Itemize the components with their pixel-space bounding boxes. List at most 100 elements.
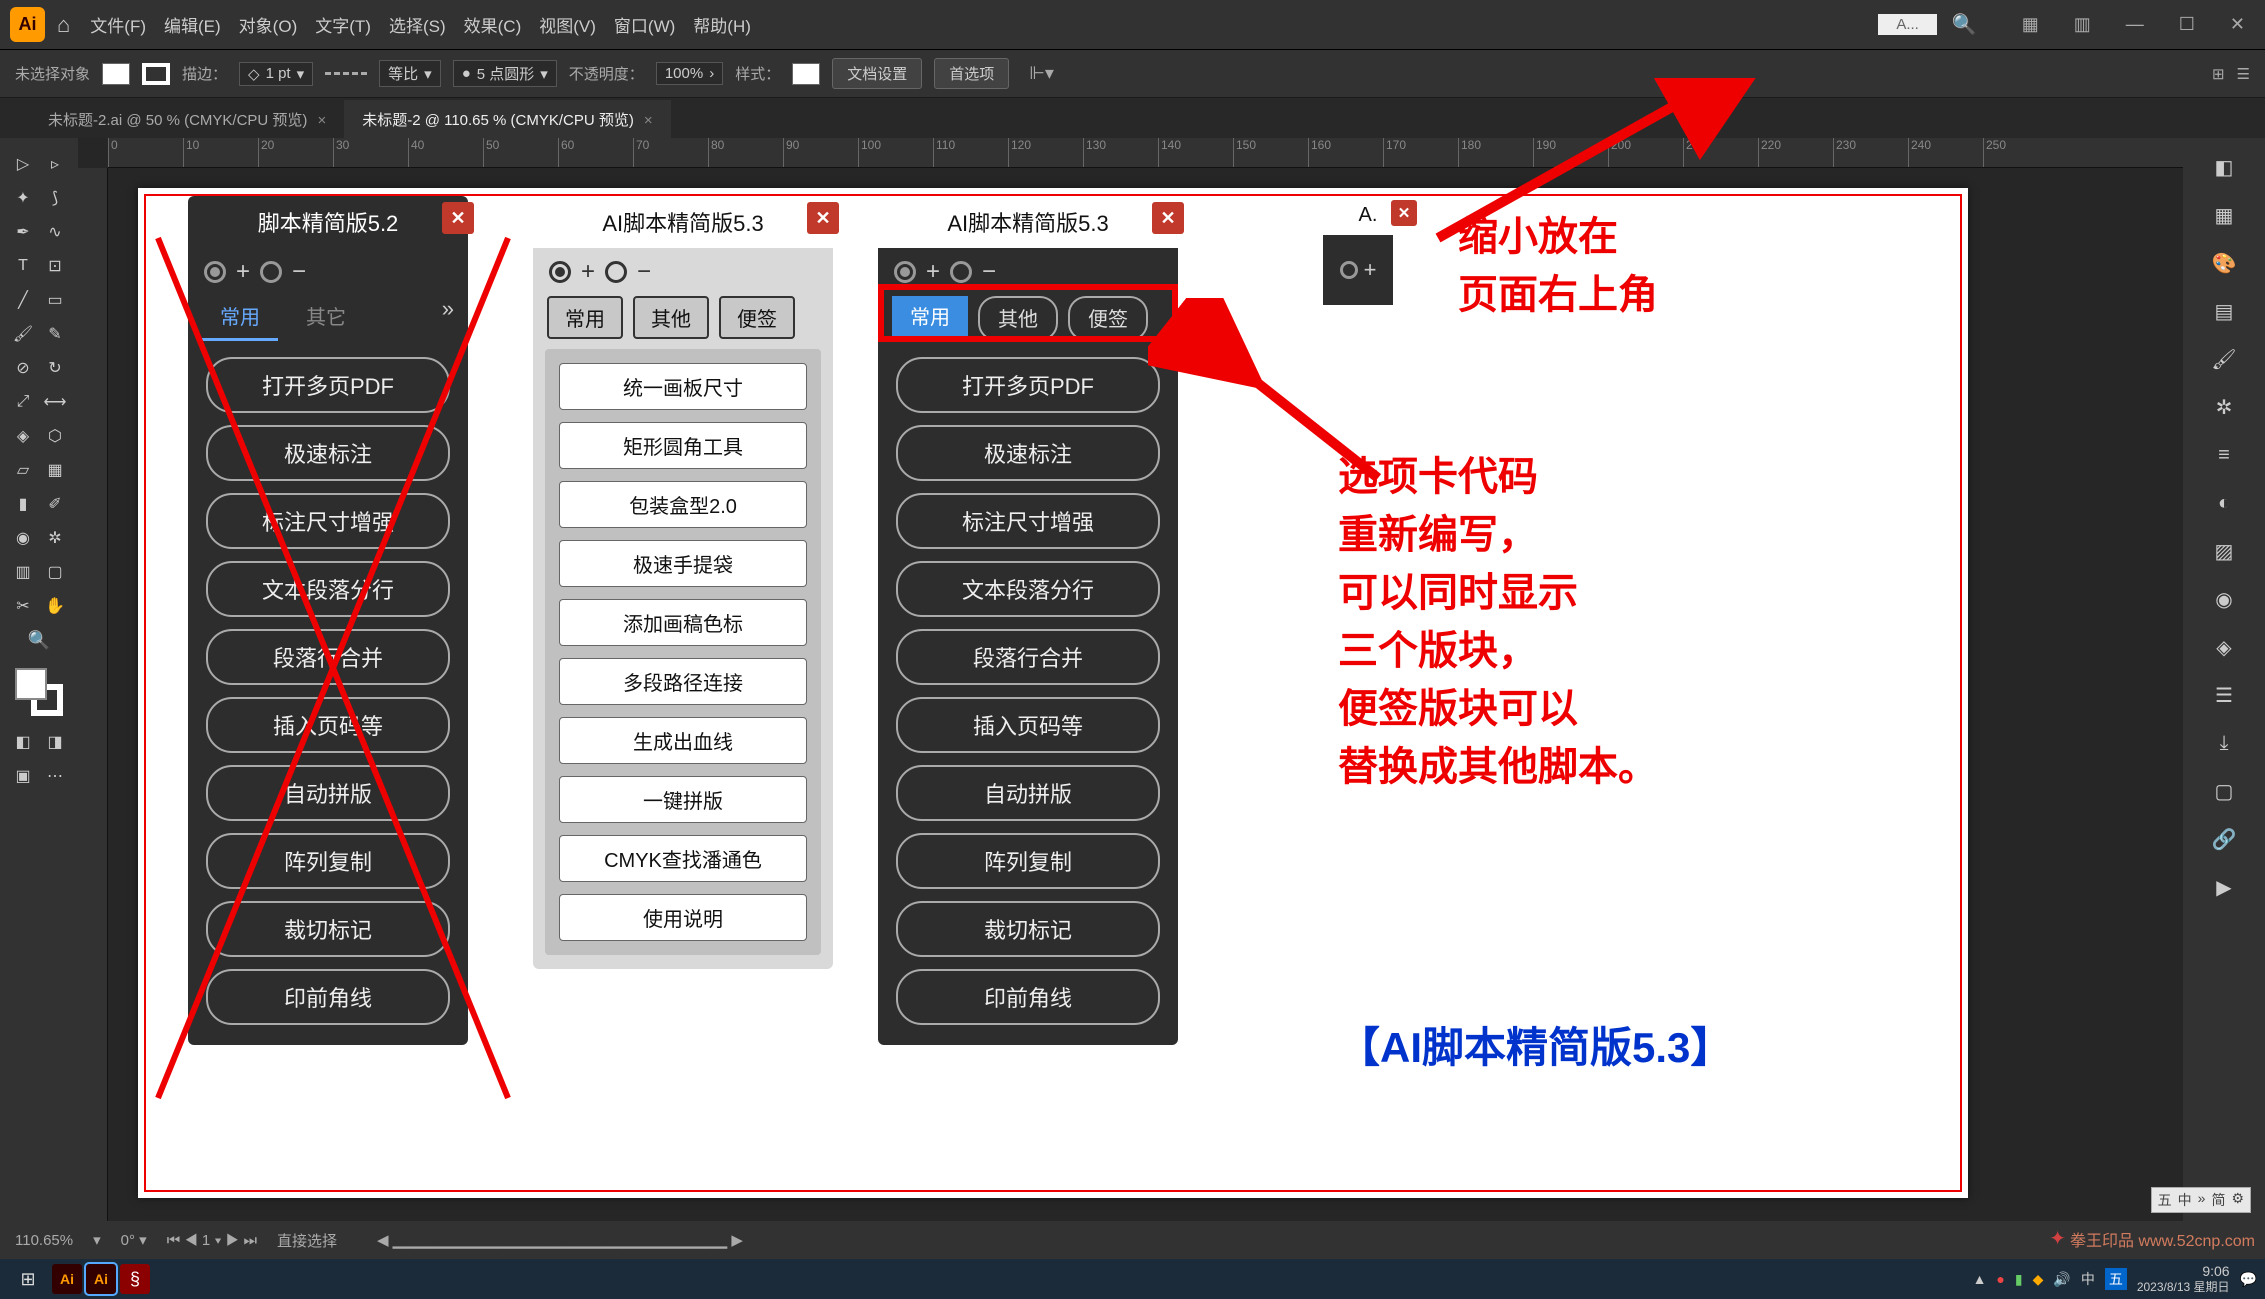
stroke-style-preview[interactable]	[325, 72, 367, 75]
script-button[interactable]: 自动拼版	[896, 765, 1160, 821]
script-button[interactable]: 矩形圆角工具	[559, 422, 807, 469]
stroke-panel-icon[interactable]: ≡	[2203, 436, 2245, 474]
document-tab[interactable]: 未标题-2 @ 110.65 % (CMYK/CPU 预览)×	[344, 100, 670, 138]
menu-help[interactable]: 帮助(H)	[693, 12, 751, 37]
menu-window[interactable]: 窗口(W)	[614, 12, 675, 37]
taskbar-app-illustrator[interactable]: Ai	[52, 1264, 82, 1294]
graphic-styles-panel-icon[interactable]: ◈	[2203, 628, 2245, 666]
opacity-input[interactable]: 100%›	[656, 62, 723, 85]
script-button[interactable]: 使用说明	[559, 894, 807, 941]
script-mini-indicator[interactable]: A...	[1878, 14, 1937, 35]
scale-dropdown[interactable]: 等比▾	[379, 60, 441, 87]
stroke-swatch[interactable]	[142, 63, 170, 85]
menu-file[interactable]: 文件(F)	[90, 12, 146, 37]
script-button[interactable]: 一键拼版	[559, 776, 807, 823]
tray-ime-icon[interactable]: 中	[2081, 1269, 2095, 1289]
panel-close-button[interactable]: ✕	[1152, 202, 1184, 234]
blend-tool[interactable]: ◉	[7, 522, 39, 554]
properties-panel-icon[interactable]: ◧	[2203, 148, 2245, 186]
canvas-area[interactable]: 0102030405060708090100110120130140150160…	[78, 138, 2183, 1221]
tray-icon[interactable]: ●	[1996, 1271, 2004, 1287]
menu-edit[interactable]: 编辑(E)	[164, 12, 221, 37]
document-setup-button[interactable]: 文档设置	[832, 58, 922, 89]
rectangle-tool[interactable]: ▭	[39, 284, 71, 316]
script-button[interactable]: 标注尺寸增强	[896, 493, 1160, 549]
column-graph-tool[interactable]: ▥	[7, 556, 39, 588]
script-button[interactable]: 印前角线	[896, 969, 1160, 1025]
menu-select[interactable]: 选择(S)	[389, 12, 446, 37]
script-button[interactable]: CMYK查找潘通色	[559, 835, 807, 882]
gradient-tool[interactable]: ▮	[7, 488, 39, 520]
symbol-sprayer-tool[interactable]: ✲	[39, 522, 71, 554]
rotate-tool[interactable]: ↻	[39, 352, 71, 384]
tab-close-icon[interactable]: ×	[644, 112, 653, 129]
panel-tab-common[interactable]: 常用	[547, 296, 623, 339]
notification-icon[interactable]: 💬	[2240, 1271, 2257, 1288]
brushes-panel-icon[interactable]: 🖌	[2203, 340, 2245, 378]
screen-mode-icon[interactable]: ▣	[7, 760, 39, 792]
align-icon[interactable]: ⊩▾	[1029, 63, 1054, 84]
start-button[interactable]: ⊞	[8, 1263, 48, 1295]
tray-icon[interactable]: ◆	[2033, 1271, 2044, 1288]
perspective-tool[interactable]: ▱	[7, 454, 39, 486]
script-button[interactable]: 裁切标记	[896, 901, 1160, 957]
arrange-docs-icon[interactable]: ▦	[2012, 14, 2049, 35]
curvature-tool[interactable]: ∿	[39, 216, 71, 248]
color-mode-icon[interactable]: ◧	[7, 726, 39, 758]
actions-panel-icon[interactable]: ▶	[2203, 868, 2245, 906]
pen-tool[interactable]: ✒	[7, 216, 39, 248]
edit-toolbar-icon[interactable]: ⋯	[39, 760, 71, 792]
panel-expand-icon[interactable]: ☰	[2237, 65, 2250, 83]
artboard-nav[interactable]: ⏮ ◀ 1 ▾ ▶ ⏭	[167, 1232, 257, 1249]
tray-ime-icon[interactable]: 五	[2105, 1268, 2127, 1290]
magic-wand-tool[interactable]: ✦	[7, 182, 39, 214]
scale-tool[interactable]: ⤢	[7, 386, 39, 418]
graphic-style-swatch[interactable]	[792, 63, 820, 85]
panel-toggle-icon[interactable]: ⊞	[2212, 65, 2225, 83]
pencil-tool[interactable]: ✎	[39, 318, 71, 350]
asset-export-panel-icon[interactable]: ⤓	[2203, 724, 2245, 762]
links-panel-icon[interactable]: 🔗	[2203, 820, 2245, 858]
free-transform-tool[interactable]: ◈	[7, 420, 39, 452]
script-button[interactable]: 生成出血线	[559, 717, 807, 764]
direct-selection-tool[interactable]: ▹	[39, 148, 71, 180]
radio-off-icon[interactable]	[950, 261, 972, 283]
maximize-button[interactable]: ☐	[2169, 14, 2205, 35]
eraser-tool[interactable]: ⊘	[7, 352, 39, 384]
radio-off-icon[interactable]	[605, 261, 627, 283]
radio-on-icon[interactable]	[1340, 261, 1358, 279]
width-tool[interactable]: ⟷	[39, 386, 71, 418]
preferences-button[interactable]: 首选项	[934, 58, 1009, 89]
radio-on-icon[interactable]	[894, 261, 916, 283]
appearance-panel-icon[interactable]: ◉	[2203, 580, 2245, 618]
zoom-tool[interactable]: 🔍	[23, 624, 55, 656]
script-button[interactable]: 多段路径连接	[559, 658, 807, 705]
libraries-panel-icon[interactable]: ▦	[2203, 196, 2245, 234]
taskbar-app-other[interactable]: §	[120, 1264, 150, 1294]
script-button[interactable]: 统一画板尺寸	[559, 363, 807, 410]
eyedropper-tool[interactable]: ✐	[39, 488, 71, 520]
menu-effect[interactable]: 效果(C)	[464, 12, 522, 37]
ime-toolbar[interactable]: 五中»简⚙	[2151, 1187, 2251, 1213]
rotate-view[interactable]: 0° ▾	[121, 1231, 147, 1249]
artboards-panel-icon[interactable]: ▢	[2203, 772, 2245, 810]
menu-object[interactable]: 对象(O)	[239, 12, 298, 37]
selection-tool[interactable]: ▷	[7, 148, 39, 180]
artboard-tool[interactable]: ▢	[39, 556, 71, 588]
tray-icon[interactable]: ▲	[1973, 1271, 1987, 1287]
script-button[interactable]: 插入页码等	[896, 697, 1160, 753]
panel-close-button[interactable]: ✕	[807, 202, 839, 234]
shape-builder-tool[interactable]: ⬡	[39, 420, 71, 452]
hand-tool[interactable]: ✋	[39, 590, 71, 622]
script-button[interactable]: 段落行合并	[896, 629, 1160, 685]
panel-close-button[interactable]: ✕	[1391, 200, 1417, 226]
workspace-switcher-icon[interactable]: ▥	[2064, 14, 2101, 35]
script-button[interactable]: 极速手提袋	[559, 540, 807, 587]
transparency-panel-icon[interactable]: ▨	[2203, 532, 2245, 570]
minimize-button[interactable]: —	[2116, 14, 2154, 35]
home-icon[interactable]: ⌂	[57, 12, 70, 38]
mesh-tool[interactable]: ▦	[39, 454, 71, 486]
search-icon[interactable]: 🔍	[1952, 12, 1977, 37]
radio-on-icon[interactable]	[549, 261, 571, 283]
paintbrush-tool[interactable]: 🖌	[7, 318, 39, 350]
